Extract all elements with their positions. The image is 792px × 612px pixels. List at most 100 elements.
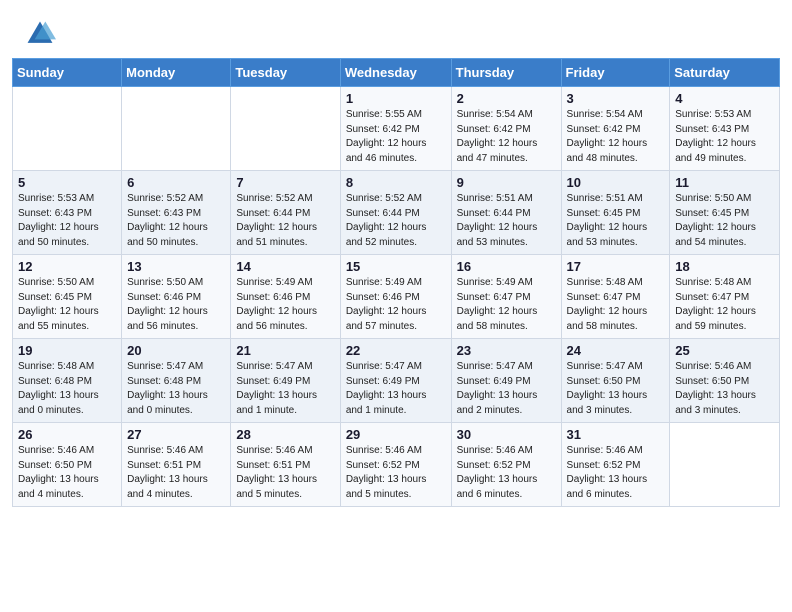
calendar-cell: 9 Sunrise: 5:51 AMSunset: 6:44 PMDaylight… — [451, 171, 561, 255]
calendar-cell: 2 Sunrise: 5:54 AMSunset: 6:42 PMDaylight… — [451, 87, 561, 171]
day-detail: Sunrise: 5:53 AMSunset: 6:43 PMDaylight:… — [18, 192, 116, 250]
day-detail: Sunrise: 5:46 AMSunset: 6:51 PMDaylight:… — [127, 444, 225, 502]
calendar-cell: 27 Sunrise: 5:46 AMSunset: 6:51 PMDayligh… — [122, 423, 231, 507]
day-detail: Sunrise: 5:46 AMSunset: 6:52 PMDaylight:… — [457, 444, 556, 502]
day-number: 27 — [127, 427, 225, 442]
day-detail: Sunrise: 5:46 AMSunset: 6:50 PMDaylight:… — [675, 360, 774, 418]
day-detail: Sunrise: 5:51 AMSunset: 6:45 PMDaylight:… — [567, 192, 665, 250]
calendar-cell — [231, 87, 340, 171]
day-number: 26 — [18, 427, 116, 442]
weekday-wednesday: Wednesday — [340, 59, 451, 87]
day-number: 28 — [236, 427, 334, 442]
day-detail: Sunrise: 5:54 AMSunset: 6:42 PMDaylight:… — [567, 108, 665, 166]
day-number: 5 — [18, 175, 116, 190]
day-detail: Sunrise: 5:50 AMSunset: 6:45 PMDaylight:… — [675, 192, 774, 250]
day-detail: Sunrise: 5:49 AMSunset: 6:46 PMDaylight:… — [346, 276, 446, 334]
day-detail: Sunrise: 5:52 AMSunset: 6:44 PMDaylight:… — [236, 192, 334, 250]
logo — [24, 18, 62, 50]
calendar-cell: 19 Sunrise: 5:48 AMSunset: 6:48 PMDayligh… — [13, 339, 122, 423]
week-row-0: 1 Sunrise: 5:55 AMSunset: 6:42 PMDaylight… — [13, 87, 780, 171]
day-detail: Sunrise: 5:54 AMSunset: 6:42 PMDaylight:… — [457, 108, 556, 166]
calendar-cell: 6 Sunrise: 5:52 AMSunset: 6:43 PMDaylight… — [122, 171, 231, 255]
day-detail: Sunrise: 5:52 AMSunset: 6:44 PMDaylight:… — [346, 192, 446, 250]
calendar-cell: 11 Sunrise: 5:50 AMSunset: 6:45 PMDayligh… — [670, 171, 780, 255]
day-number: 3 — [567, 91, 665, 106]
day-number: 18 — [675, 259, 774, 274]
calendar-cell: 5 Sunrise: 5:53 AMSunset: 6:43 PMDaylight… — [13, 171, 122, 255]
day-detail: Sunrise: 5:48 AMSunset: 6:47 PMDaylight:… — [567, 276, 665, 334]
day-number: 2 — [457, 91, 556, 106]
week-row-4: 26Sunrise: 5:46 AMSunset: 6:50 PMDayligh… — [13, 423, 780, 507]
day-number: 29 — [346, 427, 446, 442]
week-row-1: 5 Sunrise: 5:53 AMSunset: 6:43 PMDaylight… — [13, 171, 780, 255]
calendar-cell: 10 Sunrise: 5:51 AMSunset: 6:45 PMDayligh… — [561, 171, 670, 255]
day-number: 21 — [236, 343, 334, 358]
calendar-cell: 13 Sunrise: 5:50 AMSunset: 6:46 PMDayligh… — [122, 255, 231, 339]
calendar-cell: 26Sunrise: 5:46 AMSunset: 6:50 PMDayligh… — [13, 423, 122, 507]
calendar-cell: 16Sunrise: 5:49 AMSunset: 6:47 PMDayligh… — [451, 255, 561, 339]
day-number: 1 — [346, 91, 446, 106]
day-number: 23 — [457, 343, 556, 358]
day-detail: Sunrise: 5:46 AMSunset: 6:51 PMDaylight:… — [236, 444, 334, 502]
calendar-cell: 17 Sunrise: 5:48 AMSunset: 6:47 PMDayligh… — [561, 255, 670, 339]
weekday-monday: Monday — [122, 59, 231, 87]
calendar-cell: 20 Sunrise: 5:47 AMSunset: 6:48 PMDayligh… — [122, 339, 231, 423]
calendar-cell: 4 Sunrise: 5:53 AMSunset: 6:43 PMDaylight… — [670, 87, 780, 171]
day-number: 25 — [675, 343, 774, 358]
day-number: 30 — [457, 427, 556, 442]
day-detail: Sunrise: 5:46 AMSunset: 6:52 PMDaylight:… — [346, 444, 446, 502]
day-number: 7 — [236, 175, 334, 190]
day-detail: Sunrise: 5:48 AMSunset: 6:48 PMDaylight:… — [18, 360, 116, 418]
calendar-cell: 22Sunrise: 5:47 AMSunset: 6:49 PMDayligh… — [340, 339, 451, 423]
day-detail: Sunrise: 5:53 AMSunset: 6:43 PMDaylight:… — [675, 108, 774, 166]
calendar-cell: 21Sunrise: 5:47 AMSunset: 6:49 PMDayligh… — [231, 339, 340, 423]
page-header — [0, 0, 792, 58]
day-detail: Sunrise: 5:47 AMSunset: 6:48 PMDaylight:… — [127, 360, 225, 418]
day-number: 4 — [675, 91, 774, 106]
calendar-cell: 14Sunrise: 5:49 AMSunset: 6:46 PMDayligh… — [231, 255, 340, 339]
day-number: 12 — [18, 259, 116, 274]
day-detail: Sunrise: 5:46 AMSunset: 6:52 PMDaylight:… — [567, 444, 665, 502]
day-detail: Sunrise: 5:47 AMSunset: 6:50 PMDaylight:… — [567, 360, 665, 418]
calendar-cell — [122, 87, 231, 171]
day-detail: Sunrise: 5:52 AMSunset: 6:43 PMDaylight:… — [127, 192, 225, 250]
calendar-cell: 1 Sunrise: 5:55 AMSunset: 6:42 PMDaylight… — [340, 87, 451, 171]
weekday-thursday: Thursday — [451, 59, 561, 87]
weekday-header-row: SundayMondayTuesdayWednesdayThursdayFrid… — [13, 59, 780, 87]
calendar-cell: 15 Sunrise: 5:49 AMSunset: 6:46 PMDayligh… — [340, 255, 451, 339]
day-number: 13 — [127, 259, 225, 274]
day-detail: Sunrise: 5:50 AMSunset: 6:46 PMDaylight:… — [127, 276, 225, 334]
calendar-cell: 3 Sunrise: 5:54 AMSunset: 6:42 PMDaylight… — [561, 87, 670, 171]
day-number: 11 — [675, 175, 774, 190]
day-number: 15 — [346, 259, 446, 274]
calendar-cell: 28 Sunrise: 5:46 AMSunset: 6:51 PMDayligh… — [231, 423, 340, 507]
calendar-cell: 12 Sunrise: 5:50 AMSunset: 6:45 PMDayligh… — [13, 255, 122, 339]
calendar-table: SundayMondayTuesdayWednesdayThursdayFrid… — [12, 58, 780, 507]
weekday-sunday: Sunday — [13, 59, 122, 87]
calendar-cell: 30 Sunrise: 5:46 AMSunset: 6:52 PMDayligh… — [451, 423, 561, 507]
day-number: 19 — [18, 343, 116, 358]
calendar-cell: 29 Sunrise: 5:46 AMSunset: 6:52 PMDayligh… — [340, 423, 451, 507]
day-detail: Sunrise: 5:50 AMSunset: 6:45 PMDaylight:… — [18, 276, 116, 334]
calendar-cell: 31Sunrise: 5:46 AMSunset: 6:52 PMDayligh… — [561, 423, 670, 507]
calendar-cell — [670, 423, 780, 507]
weekday-tuesday: Tuesday — [231, 59, 340, 87]
day-number: 17 — [567, 259, 665, 274]
day-detail: Sunrise: 5:48 AMSunset: 6:47 PMDaylight:… — [675, 276, 774, 334]
day-number: 22 — [346, 343, 446, 358]
calendar-cell: 7 Sunrise: 5:52 AMSunset: 6:44 PMDaylight… — [231, 171, 340, 255]
calendar-cell: 8Sunrise: 5:52 AMSunset: 6:44 PMDaylight… — [340, 171, 451, 255]
day-detail: Sunrise: 5:55 AMSunset: 6:42 PMDaylight:… — [346, 108, 446, 166]
logo-icon — [24, 18, 56, 50]
calendar-cell — [13, 87, 122, 171]
day-detail: Sunrise: 5:49 AMSunset: 6:47 PMDaylight:… — [457, 276, 556, 334]
day-number: 14 — [236, 259, 334, 274]
day-number: 10 — [567, 175, 665, 190]
day-number: 20 — [127, 343, 225, 358]
day-number: 6 — [127, 175, 225, 190]
weekday-saturday: Saturday — [670, 59, 780, 87]
day-number: 9 — [457, 175, 556, 190]
day-detail: Sunrise: 5:51 AMSunset: 6:44 PMDaylight:… — [457, 192, 556, 250]
day-number: 24 — [567, 343, 665, 358]
week-row-2: 12 Sunrise: 5:50 AMSunset: 6:45 PMDayligh… — [13, 255, 780, 339]
